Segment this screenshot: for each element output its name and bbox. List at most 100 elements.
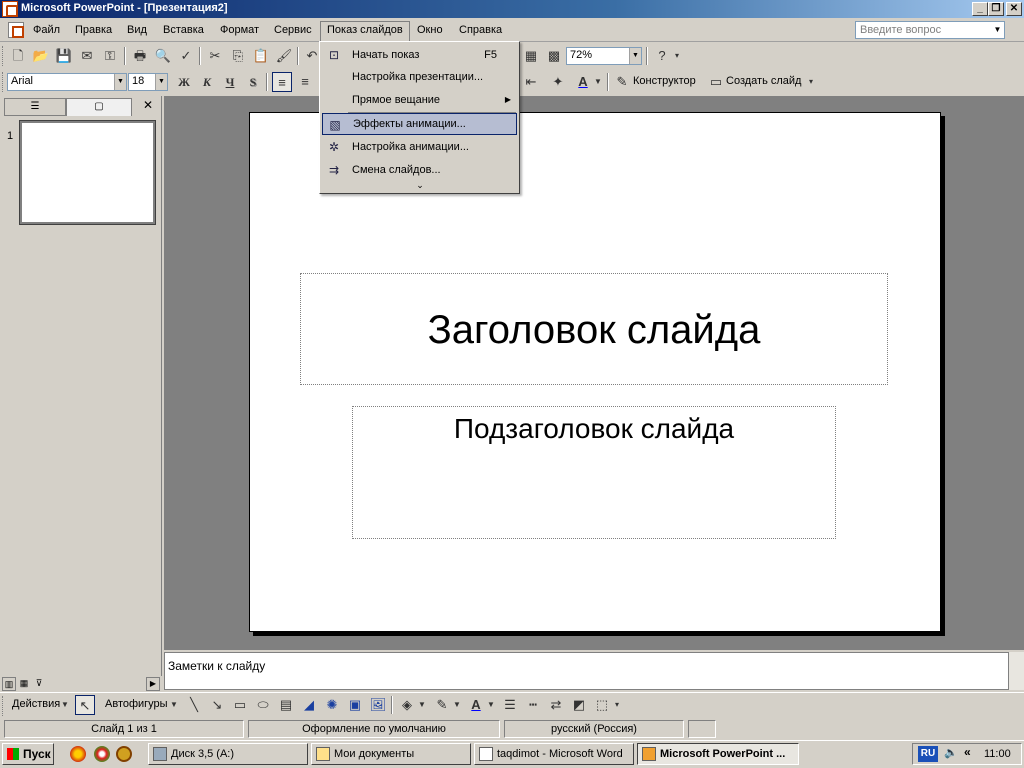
close-button[interactable]: ✕ xyxy=(1006,2,1022,16)
chevron-down-icon[interactable]: ▼ xyxy=(417,695,427,715)
menu-window[interactable]: Окно xyxy=(411,22,449,40)
arrow-icon[interactable]: ↘ xyxy=(207,695,227,715)
format-painter-icon[interactable]: 🖌 xyxy=(274,46,294,66)
designer-button[interactable]: Конструктор xyxy=(633,75,696,87)
menu-insert[interactable]: Вставка xyxy=(157,22,210,40)
chevron-down-icon[interactable]: ▼ xyxy=(155,74,167,90)
paste-icon[interactable]: 📋 xyxy=(251,46,271,66)
font-color-icon[interactable]: A xyxy=(466,695,486,715)
browser-icon[interactable] xyxy=(70,746,86,762)
arrow-style-icon[interactable]: ⇄ xyxy=(546,695,566,715)
spelling-icon[interactable]: ✓ xyxy=(176,46,196,66)
shadow-style-icon[interactable]: ◩ xyxy=(569,695,589,715)
color-grayscale-icon[interactable]: ▩ xyxy=(544,46,564,66)
menu-file[interactable]: Файл xyxy=(27,22,66,40)
slide-thumbnail[interactable] xyxy=(19,120,156,225)
minimize-button[interactable]: _ xyxy=(972,2,988,16)
font-name-select[interactable]: Arial ▼ xyxy=(7,73,127,91)
actions-menu[interactable]: Действия xyxy=(12,698,60,710)
autoshapes-menu[interactable]: Автофигуры xyxy=(105,698,168,710)
toolbar-options-icon[interactable]: ▾ xyxy=(612,695,622,715)
email-icon[interactable]: ✉ xyxy=(77,46,97,66)
clipart-icon[interactable]: ▣ xyxy=(345,695,365,715)
new-slide-button[interactable]: Создать слайд xyxy=(726,75,801,87)
chevron-down-icon[interactable]: ▼ xyxy=(60,695,70,715)
menu-edit[interactable]: Правка xyxy=(69,22,118,40)
menu-format[interactable]: Формат xyxy=(214,22,265,40)
menu-view[interactable]: Вид xyxy=(121,22,153,40)
menu-help[interactable]: Справка xyxy=(453,22,508,40)
menu-custom-animation[interactable]: ✲ Настройка анимации... xyxy=(322,136,517,158)
picture-icon[interactable]: 🖼 xyxy=(368,695,388,715)
normal-view-icon[interactable]: ▥ xyxy=(2,677,16,691)
slides-tab-icon[interactable]: ▢ xyxy=(66,98,132,116)
toolbar-grip[interactable] xyxy=(2,46,5,66)
menu-online-broadcast[interactable]: Прямое вещание ▶ xyxy=(322,89,517,111)
chevron-down-icon[interactable]: ▼ xyxy=(486,695,496,715)
slide-sorter-icon[interactable]: ▦ xyxy=(17,677,31,691)
print-preview-icon[interactable]: 🔍 xyxy=(153,46,173,66)
align-center-icon[interactable]: ≡ xyxy=(295,72,315,92)
task-floppy-drive[interactable]: Диск 3,5 (A:) xyxy=(148,743,308,765)
italic-button[interactable]: К xyxy=(197,72,217,92)
notes-scrollbar[interactable] xyxy=(1008,652,1024,690)
menu-setup-show[interactable]: Настройка презентации... xyxy=(322,66,517,88)
document-icon[interactable] xyxy=(8,22,24,38)
oval-icon[interactable]: ⬭ xyxy=(253,695,273,715)
chevron-down-icon[interactable]: ▼ xyxy=(629,48,641,64)
task-powerpoint[interactable]: Microsoft PowerPoint ... xyxy=(637,743,799,765)
designer-icon[interactable]: ✎ xyxy=(612,72,632,92)
fill-color-icon[interactable]: ◈ xyxy=(397,695,417,715)
permission-icon[interactable]: ⚿ xyxy=(100,46,120,66)
chevron-down-icon[interactable]: ▼ xyxy=(452,695,462,715)
restore-button[interactable]: ❐ xyxy=(988,2,1004,16)
speaker-icon[interactable]: 🔈 xyxy=(944,746,958,762)
select-pointer-icon[interactable]: ↖ xyxy=(75,695,95,715)
cut-icon[interactable]: ✂ xyxy=(205,46,225,66)
dash-style-icon[interactable]: ┅ xyxy=(523,695,543,715)
new-document-icon[interactable]: 🗋 xyxy=(8,46,28,66)
chrome-icon[interactable] xyxy=(94,746,110,762)
rectangle-icon[interactable]: ▭ xyxy=(230,695,250,715)
underline-button[interactable]: Ч xyxy=(220,72,240,92)
line-style-icon[interactable]: ☰ xyxy=(500,695,520,715)
help-dropdown-icon[interactable]: ▼ xyxy=(991,22,1004,38)
design-icon[interactable]: ✦ xyxy=(548,72,568,92)
outline-tab-icon[interactable]: ☰ xyxy=(4,98,66,116)
help-question-input[interactable]: Введите вопрос xyxy=(855,21,1005,39)
toolbar-grip[interactable] xyxy=(2,696,5,716)
toolbar-options-icon[interactable]: ▾ xyxy=(672,46,682,66)
wordart-icon[interactable]: ◢ xyxy=(299,695,319,715)
grid-icon[interactable]: ▦ xyxy=(521,46,541,66)
toolbar-options-icon[interactable]: ▾ xyxy=(806,72,816,92)
chevron-down-icon[interactable]: ▼ xyxy=(593,72,603,92)
line-icon[interactable]: ╲ xyxy=(184,695,204,715)
menu-animation-schemes[interactable]: ▧ Эффекты анимации... xyxy=(322,113,517,135)
3d-style-icon[interactable]: ⬚ xyxy=(592,695,612,715)
help-icon[interactable]: ? xyxy=(652,46,672,66)
tray-expand-icon[interactable]: « xyxy=(964,745,971,759)
chevron-down-icon[interactable]: ▼ xyxy=(169,695,179,715)
open-folder-icon[interactable]: 📂 xyxy=(31,46,51,66)
font-size-select[interactable]: 18 ▼ xyxy=(128,73,168,91)
print-icon[interactable]: 🖶 xyxy=(130,46,150,66)
notes-field[interactable]: Заметки к слайду xyxy=(164,652,1010,690)
toolbar-grip[interactable] xyxy=(2,72,5,92)
slideshow-view-icon[interactable]: ⊽ xyxy=(32,677,46,691)
start-button[interactable]: Пуск xyxy=(2,743,54,765)
decrease-indent-icon[interactable]: ⇤ xyxy=(521,72,541,92)
menu-slide-transition[interactable]: ⇉ Смена слайдов... xyxy=(322,159,517,181)
menu-start-show[interactable]: ⊡ Начать показ F5 xyxy=(322,44,517,66)
textbox-icon[interactable]: ▤ xyxy=(276,695,296,715)
task-my-documents[interactable]: Мои документы xyxy=(311,743,471,765)
title-placeholder[interactable]: Заголовок слайда xyxy=(300,273,888,385)
powerpoint-app-icon[interactable] xyxy=(2,1,18,17)
scroll-right-icon[interactable]: ▶ xyxy=(146,677,160,691)
media-player-icon[interactable] xyxy=(116,746,132,762)
bold-button[interactable]: Ж xyxy=(174,72,194,92)
diagram-icon[interactable]: ✺ xyxy=(322,695,342,715)
task-word[interactable]: taqdimot - Microsoft Word xyxy=(474,743,634,765)
line-color-icon[interactable]: ✎ xyxy=(432,695,452,715)
chevron-down-icon[interactable]: ▼ xyxy=(114,74,126,90)
copy-icon[interactable]: ⎘ xyxy=(228,46,248,66)
